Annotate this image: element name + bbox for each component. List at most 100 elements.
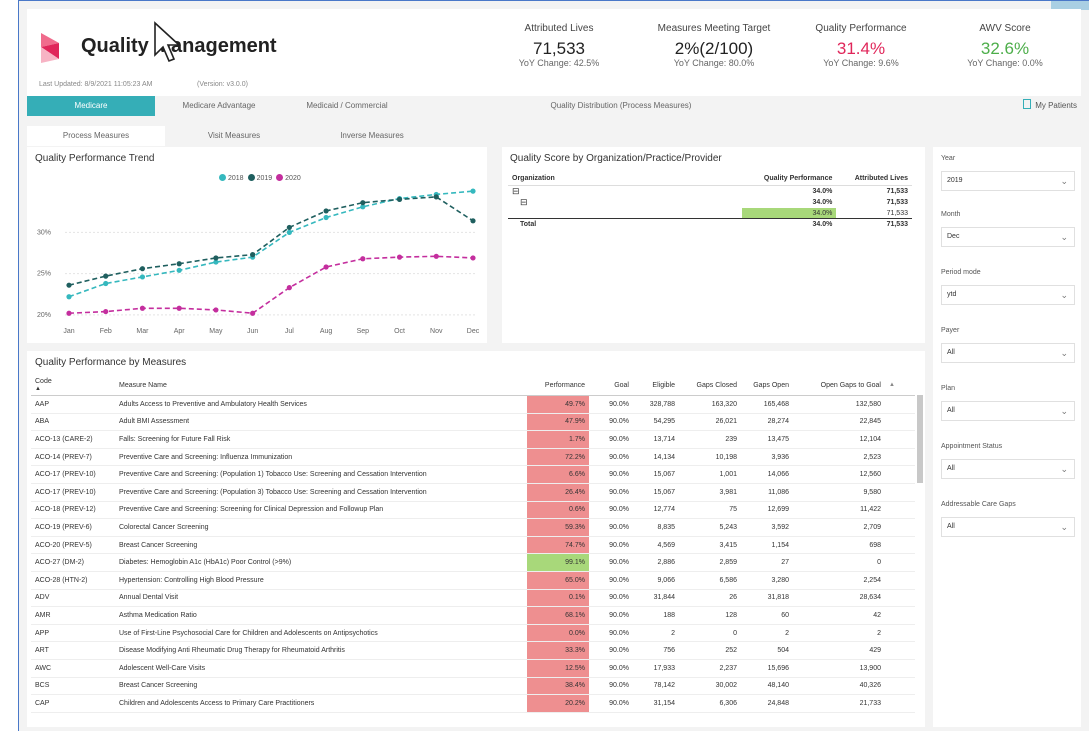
data-point-2020[interactable] <box>66 310 72 316</box>
legend-item-2019[interactable]: 2019 <box>247 174 272 182</box>
tab-medicare[interactable]: Medicare <box>27 96 155 116</box>
table-row[interactable]: ACO-20 (PREV-5) Breast Cancer Screening 74… <box>31 536 915 555</box>
cell-performance: 47.9% <box>527 413 589 432</box>
tab-inverse-measures[interactable]: Inverse Measures <box>303 126 441 146</box>
col-goal[interactable]: Goal <box>589 375 633 396</box>
plan-dropdown[interactable]: All ⌄ <box>941 401 1075 421</box>
year-dropdown[interactable]: 2019 ⌄ <box>941 171 1075 191</box>
addressable-care-gaps-dropdown[interactable]: All ⌄ <box>941 517 1075 537</box>
data-point-2019[interactable] <box>470 218 476 224</box>
org-table: Organization Quality Performance Attribu… <box>508 171 912 229</box>
data-point-2019[interactable] <box>213 255 219 261</box>
my-patients-link[interactable]: My Patients <box>1023 96 1077 116</box>
tab-medicare-advantage[interactable]: Medicare Advantage <box>155 96 283 116</box>
expand-icon[interactable]: ⊟ <box>508 197 742 208</box>
data-point-2020[interactable] <box>323 264 329 270</box>
table-row[interactable]: ACO-17 (PREV-10) Preventive Care and Scre… <box>31 483 915 502</box>
org-col-quality-performance[interactable]: Quality Performance <box>742 171 837 186</box>
data-point-2019[interactable] <box>433 194 439 200</box>
data-point-2020[interactable] <box>103 308 109 315</box>
data-point-2019[interactable] <box>139 266 146 272</box>
col-code[interactable]: Code ▲ <box>31 375 115 396</box>
data-point-2018[interactable] <box>103 280 109 287</box>
table-row[interactable]: ACO-14 (PREV-7) Preventive Care and Scree… <box>31 448 915 467</box>
scroll-up-icon[interactable]: ▲ <box>885 375 915 396</box>
data-point-2019[interactable] <box>103 273 109 279</box>
table-row[interactable]: ACO-17 (PREV-10) Preventive Care and Scre… <box>31 465 915 484</box>
col-eligible[interactable]: Eligible <box>633 375 679 396</box>
table-row[interactable]: ACO-27 (DM-2) Diabetes: Hemoglobin A1c (H… <box>31 553 915 572</box>
table-row[interactable]: ACO-13 (CARE-2) Falls: Screening for Futu… <box>31 430 915 449</box>
data-point-2019[interactable] <box>66 282 72 288</box>
data-point-2020[interactable] <box>396 254 403 260</box>
appointment-status-dropdown[interactable]: All ⌄ <box>941 459 1075 479</box>
filter-label-addressable-care-gaps: Addressable Care Gaps <box>941 501 1016 508</box>
data-point-2020[interactable] <box>433 253 439 259</box>
data-point-2019[interactable] <box>323 208 329 214</box>
data-point-2020[interactable] <box>213 307 219 313</box>
data-point-2019[interactable] <box>360 200 366 206</box>
table-row[interactable]: APP Use of First-Line Psychosocial Care f… <box>31 624 915 643</box>
data-point-2019[interactable] <box>286 224 292 231</box>
payer-dropdown[interactable]: All ⌄ <box>941 343 1075 363</box>
org-perf: 34.0% <box>812 199 833 206</box>
org-row[interactable]: ⊟ 34.0% 71,533 <box>508 186 912 198</box>
data-point-2018[interactable] <box>286 229 292 235</box>
cell-goal: 90.0% <box>589 448 633 467</box>
org-row[interactable]: 34.0% 71,533 <box>508 208 912 219</box>
cell-open-gaps-to-goal: 2,254 <box>793 571 885 590</box>
series-line-2020[interactable] <box>68 255 474 315</box>
kpi-yoy: YoY Change: 9.6% <box>823 58 899 68</box>
month-dropdown[interactable]: Dec ⌄ <box>941 227 1075 247</box>
data-point-2020[interactable] <box>470 255 476 261</box>
table-row[interactable]: AWC Adolescent Well-Care Visits 12.5% 90.0%… <box>31 659 915 678</box>
data-point-2019[interactable] <box>176 261 182 267</box>
period-mode-dropdown[interactable]: ytd ⌄ <box>941 285 1075 305</box>
table-row[interactable]: AAP Adults Access to Preventive and Ambul… <box>31 395 915 414</box>
org-col-attributed-lives[interactable]: Attributed Lives <box>836 171 912 186</box>
tab-process-measures[interactable]: Process Measures <box>27 126 165 146</box>
legend-item-2018[interactable]: 2018 <box>219 174 244 182</box>
data-point-2018[interactable] <box>470 188 476 194</box>
table-row[interactable]: ACO-19 (PREV-6) Colorectal Cancer Screeni… <box>31 518 915 537</box>
data-point-2020[interactable] <box>176 305 182 311</box>
tab-quality-distribution[interactable]: Quality Distribution (Process Measures) <box>411 96 831 116</box>
org-row[interactable]: ⊟ 34.0% 71,533 <box>508 197 912 208</box>
cell-performance: 20.2% <box>527 694 589 713</box>
data-point-2020[interactable] <box>360 256 366 262</box>
data-point-2018[interactable] <box>323 214 329 221</box>
col-gaps-closed[interactable]: Gaps Closed <box>679 375 741 396</box>
data-point-2020[interactable] <box>286 285 292 291</box>
table-row[interactable]: AMR Asthma Medication Ratio 68.1% 90.0% 188 1… <box>31 606 915 625</box>
table-row[interactable]: BCS Breast Cancer Screening 38.4% 90.0% 78,1… <box>31 677 915 696</box>
data-point-2018[interactable] <box>66 294 72 300</box>
table-row[interactable]: ART Disease Modifying Anti Rheumatic Drug… <box>31 641 915 660</box>
scrollbar-thumb[interactable] <box>917 395 923 483</box>
cell-pad <box>885 659 915 678</box>
table-row[interactable]: ABA Adult BMI Assessment 47.9% 90.0% 54,295 2… <box>31 413 915 432</box>
legend-item-2020[interactable]: 2020 <box>276 174 301 182</box>
cell-gaps-closed: 3,981 <box>679 483 741 502</box>
tab-medicaid-commercial[interactable]: Medicaid / Commercial <box>283 96 411 116</box>
data-point-2020[interactable] <box>139 305 146 311</box>
table-row[interactable]: ADV Annual Dental Visit 0.1% 90.0% 31,844 26 3… <box>31 589 915 608</box>
cell-eligible: 2 <box>633 624 679 643</box>
tab-visit-measures[interactable]: Visit Measures <box>165 126 303 146</box>
col-performance[interactable]: Performance <box>527 375 589 396</box>
data-point-2018[interactable] <box>139 274 146 280</box>
series-line-2019[interactable] <box>68 196 474 286</box>
data-point-2018[interactable] <box>176 267 182 273</box>
data-point-2019[interactable] <box>250 252 256 258</box>
table-row[interactable]: ACO-18 (PREV-12) Preventive Care and Scre… <box>31 501 915 520</box>
col-gaps-open[interactable]: Gaps Open <box>741 375 793 396</box>
data-point-2019[interactable] <box>396 196 403 202</box>
data-point-2020[interactable] <box>250 310 256 316</box>
measures-scrollbar[interactable] <box>917 391 923 721</box>
expand-icon[interactable]: ⊟ <box>508 186 742 198</box>
series-line-2018[interactable] <box>68 190 474 298</box>
table-row[interactable]: ACO-28 (HTN-2) Hypertension: Controlling … <box>31 571 915 590</box>
col-measure-name[interactable]: Measure Name <box>115 375 527 396</box>
col-open-gaps-to-goal[interactable]: Open Gaps to Goal <box>793 375 885 396</box>
org-col-organization[interactable]: Organization <box>508 171 742 186</box>
table-row[interactable]: CAP Children and Adolescents Access to Pr… <box>31 694 915 713</box>
